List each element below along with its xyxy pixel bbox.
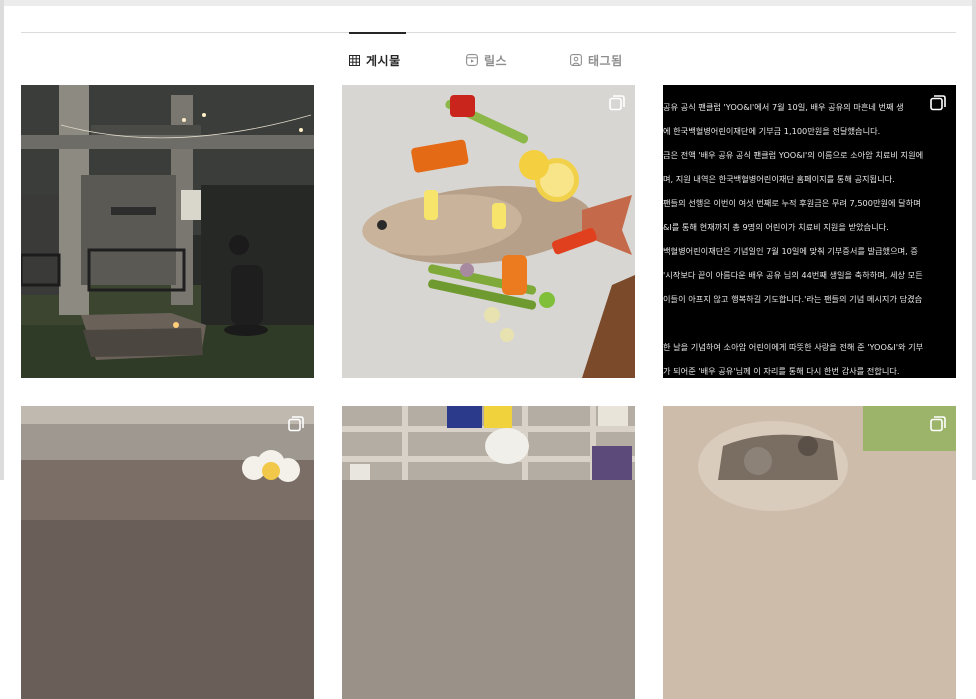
notice-line: 팬들의 선행은 이번이 여섯 번째로 누적 후원금은 무려 7,500만원에 달… — [663, 198, 921, 208]
shelf-cap-photo — [342, 406, 635, 699]
notice-line: 백혈병어린이재단은 기념일인 7월 10일에 맞춰 기부증서를 발급했으며, 증 — [663, 246, 918, 256]
notice-line-spacer — [663, 311, 956, 335]
notice-line: 에 한국백혈병어린이재단에 기부금 1,100만원을 전달했습니다. — [663, 126, 881, 136]
profile-tabs: 게시물 릴스 태그됨 — [0, 50, 976, 70]
post-tile-notice[interactable]: 공유 공식 팬클럽 'YOO&I'에서 7월 10일, 배우 공유의 마흔네 번… — [663, 85, 956, 378]
tab-reels[interactable]: 릴스 — [466, 50, 507, 70]
notice-line: 이들이 아프지 않고 행복하길 기도합니다.'라는 팬들의 기념 메시지가 담겼… — [663, 294, 923, 304]
notice-line: '시작보다 끝이 아름다운 배우 공유 님의 44번째 생일을 축하하며, 세상… — [663, 270, 923, 280]
post-tile-fish[interactable] — [342, 85, 635, 378]
tab-reels-label: 릴스 — [484, 53, 508, 68]
notice-line: 공유 공식 팬클럽 'YOO&I'에서 7월 10일, 배우 공유의 마흔네 번… — [663, 102, 904, 112]
tagged-icon — [570, 54, 582, 66]
night-house-photo — [21, 85, 314, 378]
notice-line: 가 되어준 '배우 공유'님께 이 자리를 통해 다시 한번 감사를 전합니다. — [663, 366, 900, 376]
profile-divider — [21, 32, 956, 33]
post-tile-animal[interactable] — [663, 406, 956, 699]
tab-posts-label: 게시물 — [366, 53, 401, 68]
small-animal-photo — [663, 406, 956, 699]
active-tab-indicator — [349, 32, 406, 34]
notice-line: 한 날을 기념하여 소아암 어린이에게 따뜻한 사랑을 전해 준 'YOO&I'… — [663, 342, 924, 352]
tab-tagged[interactable]: 태그됨 — [570, 50, 623, 70]
notice-text: 공유 공식 팬클럽 'YOO&I'에서 7월 10일, 배우 공유의 마흔네 번… — [663, 95, 956, 378]
post-tile-shelf[interactable] — [342, 406, 635, 699]
notice-line: 며, 지원 내역은 한국백혈병어린이재단 홈페이지를 통해 공지됩니다. — [663, 174, 895, 184]
left-frame — [0, 0, 4, 480]
interior-flower-photo — [21, 406, 314, 699]
right-frame — [972, 0, 976, 480]
fish-dish-photo — [342, 85, 635, 378]
reels-icon — [466, 54, 478, 66]
multiple-photos-icon — [930, 416, 946, 432]
post-tile-night-house[interactable] — [21, 85, 314, 378]
notice-line: &I를 통해 현재까지 총 9명의 어린이가 치료비 지원을 받았습니다. — [663, 222, 889, 232]
tab-posts[interactable]: 게시물 — [349, 50, 401, 70]
multiple-photos-icon — [288, 416, 304, 432]
multiple-photos-icon — [609, 95, 625, 111]
top-edge — [0, 0, 976, 6]
notice-line: 금은 전액 '배우 공유 공식 팬클럽 YOO&I'의 이름으로 소아암 치료비… — [663, 150, 924, 160]
post-tile-interior[interactable] — [21, 406, 314, 699]
multiple-photos-icon — [930, 95, 946, 111]
tab-tagged-label: 태그됨 — [588, 53, 623, 68]
grid-icon — [349, 54, 360, 66]
